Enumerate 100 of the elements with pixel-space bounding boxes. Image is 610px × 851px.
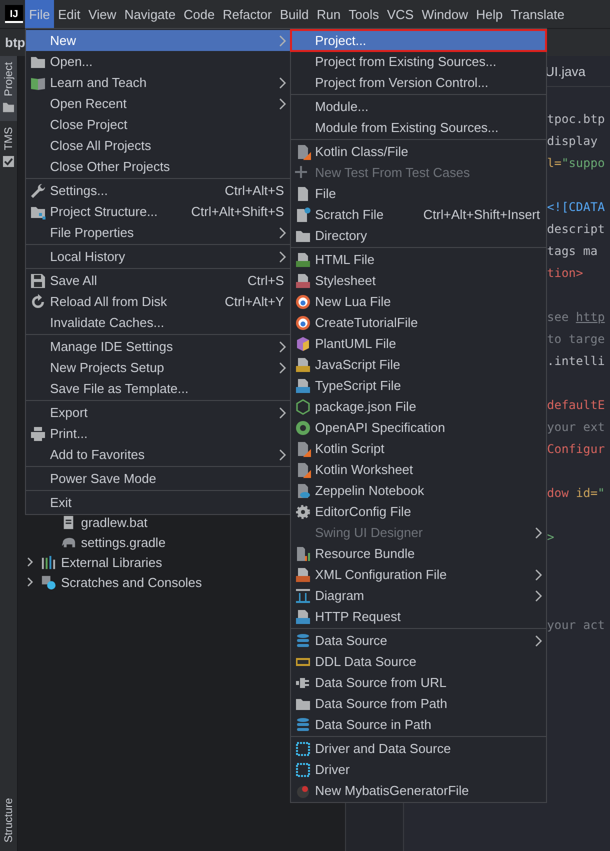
menu-item[interactable]: Driver and Data Source — [291, 738, 546, 759]
menu-item[interactable]: Local History — [26, 246, 290, 267]
menu-item[interactable]: Kotlin Class/File — [291, 141, 546, 162]
menu-item[interactable]: JavaScript File — [291, 354, 546, 375]
menu-item[interactable]: Invalidate Caches... — [26, 312, 290, 333]
menu-item[interactable]: New Projects Setup — [26, 357, 290, 378]
code-line: your act — [547, 617, 606, 634]
menu-item[interactable]: New — [26, 30, 290, 51]
database-icon — [295, 716, 311, 732]
menu-item[interactable]: Data Source — [291, 630, 546, 651]
chevron-right-icon — [534, 590, 542, 602]
document-icon — [295, 378, 311, 394]
menu-item[interactable]: Power Save Mode — [26, 468, 290, 489]
document-icon — [295, 482, 311, 498]
database-icon — [295, 632, 311, 648]
menu[interactable]: View — [84, 0, 120, 28]
menu-item[interactable]: Kotlin Worksheet — [291, 459, 546, 480]
code-line: <![CDATA — [547, 199, 606, 216]
ring-icon — [295, 294, 311, 310]
chevron-right-icon — [278, 226, 286, 238]
menu-item[interactable]: TypeScript File — [291, 375, 546, 396]
menu-item[interactable]: Stylesheet — [291, 270, 546, 291]
menu-item[interactable]: Print... — [26, 423, 290, 444]
menu-item[interactable]: Data Source from URL — [291, 672, 546, 693]
chevron-right-icon — [534, 526, 542, 538]
project-name[interactable]: btp — [5, 35, 26, 50]
code-line: Configur — [547, 441, 606, 458]
chevron-right-icon[interactable] — [26, 556, 34, 568]
code-line: tpoc.btp — [547, 111, 606, 128]
tree-item[interactable]: settings.gradle — [61, 532, 169, 552]
menu-item[interactable]: HTTP Request — [291, 606, 546, 627]
menu-item[interactable]: Project... — [291, 30, 546, 51]
menu[interactable]: Refactor — [218, 0, 276, 28]
menu-item[interactable]: Zeppelin Notebook — [291, 480, 546, 501]
menu-item[interactable]: Diagram — [291, 585, 546, 606]
menu-item[interactable]: Scratch File Ctrl+Alt+Shift+Insert — [291, 204, 546, 225]
menu-item[interactable]: Settings... Ctrl+Alt+S — [26, 180, 290, 201]
folder-icon — [3, 102, 14, 114]
menu-item[interactable]: Add to Favorites — [26, 444, 290, 465]
menu-item[interactable]: Reload All from Disk Ctrl+Alt+Y — [26, 291, 290, 312]
menu-item[interactable]: Close All Projects — [26, 135, 290, 156]
chevron-right-icon[interactable] — [26, 576, 34, 588]
menu-item[interactable]: Resource Bundle — [291, 543, 546, 564]
menu-item[interactable]: Project Structure... Ctrl+Alt+Shift+S — [26, 201, 290, 222]
menu-item[interactable]: DDL Data Source — [291, 651, 546, 672]
menu[interactable]: Window — [418, 0, 472, 28]
tree-item[interactable]: Scratches and Consoles — [26, 572, 205, 592]
menu-item[interactable]: EditorConfig File — [291, 501, 546, 522]
code-line: > — [547, 529, 556, 546]
code-line: tion> — [547, 265, 584, 282]
menu-item[interactable]: File — [291, 183, 546, 204]
tool-window-tab[interactable]: Structure — [0, 792, 17, 851]
menu[interactable]: Navigate — [120, 0, 180, 28]
menu-item[interactable]: Kotlin Script — [291, 438, 546, 459]
shortcut-text: Ctrl+Alt+S — [224, 183, 284, 198]
menu-item[interactable]: HTML File — [291, 249, 546, 270]
menu-item[interactable]: XML Configuration File — [291, 564, 546, 585]
menu[interactable]: Edit — [54, 0, 84, 28]
menu[interactable]: Translate — [506, 0, 568, 28]
menu-item[interactable]: Close Project — [26, 114, 290, 135]
menu-item[interactable]: New Lua File — [291, 291, 546, 312]
menu[interactable]: Help — [472, 0, 507, 28]
menu-item[interactable]: Save All Ctrl+S — [26, 270, 290, 291]
code-line: .intelli — [547, 353, 606, 370]
menu-item[interactable]: CreateTutorialFile — [291, 312, 546, 333]
chevron-right-icon — [278, 250, 286, 262]
code-line: tags ma — [547, 243, 599, 260]
menu-item[interactable]: Save File as Template... — [26, 378, 290, 399]
menu-item[interactable]: New MybatisGeneratorFile — [291, 780, 546, 801]
menu-item[interactable]: Driver — [291, 759, 546, 780]
document-icon — [295, 272, 311, 288]
menu-item[interactable]: Learn and Teach — [26, 72, 290, 93]
menu-item[interactable]: Data Source from Path — [291, 693, 546, 714]
menu-item[interactable]: Module... — [291, 96, 546, 117]
menu-item[interactable]: Directory — [291, 225, 546, 246]
menu-item[interactable]: File Properties — [26, 222, 290, 243]
menu-item[interactable]: Close Other Projects — [26, 156, 290, 177]
tool-window-tab[interactable]: TMS — [0, 121, 17, 176]
menu[interactable]: Run — [312, 0, 345, 28]
document-icon — [295, 356, 311, 372]
menu[interactable]: Build — [276, 0, 313, 28]
menu-item[interactable]: Open... — [26, 51, 290, 72]
menu[interactable]: Tools — [344, 0, 383, 28]
menu-item[interactable]: package.json File — [291, 396, 546, 417]
tree-item[interactable]: External Libraries — [26, 552, 166, 572]
menu-item[interactable]: Export — [26, 402, 290, 423]
menu-item[interactable]: Data Source in Path — [291, 714, 546, 735]
tool-window-tab[interactable]: Project — [0, 56, 17, 122]
menu-item[interactable]: Manage IDE Settings — [26, 336, 290, 357]
tree-item[interactable]: gradlew.bat — [61, 512, 150, 532]
dashed-square-icon — [295, 762, 311, 778]
menu[interactable]: VCS — [382, 0, 418, 28]
menu-item[interactable]: Exit — [26, 492, 290, 513]
menu-item[interactable]: PlantUML File — [291, 333, 546, 354]
menu-item[interactable]: Open Recent — [26, 93, 290, 114]
menu[interactable]: Code — [180, 0, 219, 28]
menu-item[interactable]: Module from Existing Sources... — [291, 117, 546, 138]
menu-item[interactable]: Project from Version Control... — [291, 72, 546, 93]
menu-item[interactable]: OpenAPI Specification — [291, 417, 546, 438]
menu-item[interactable]: Project from Existing Sources... — [291, 51, 546, 72]
